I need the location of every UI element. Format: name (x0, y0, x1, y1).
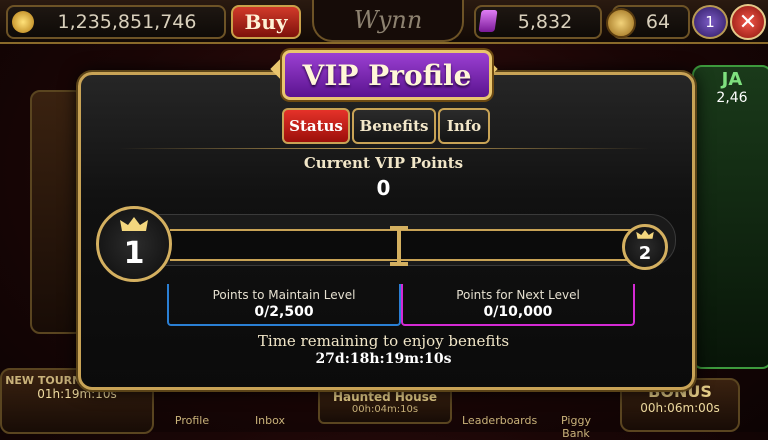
coin-balance: 1,235,851,746 (6, 5, 226, 39)
gem-icon (478, 10, 498, 32)
wynn-logo: Wynn (312, 0, 464, 42)
nav-inbox[interactable]: Inbox (248, 414, 292, 427)
close-button[interactable]: ✕ (730, 4, 766, 40)
current-level-number: 1 (123, 235, 145, 271)
level-points-value: 64 (645, 11, 671, 33)
modal-title: VIP Profile (282, 50, 492, 100)
progress-midpoint-marker (390, 226, 408, 266)
event-title: Haunted House (333, 390, 437, 404)
maintain-label: Points to Maintain Level (212, 288, 356, 302)
title-divider (118, 148, 650, 149)
bonus-timer: 00h:06m:00s (640, 401, 720, 415)
next-level-number: 2 (638, 242, 652, 264)
nav-profile[interactable]: Profile (170, 414, 214, 427)
coin-amount: 1,235,851,746 (57, 11, 197, 33)
next-level-box: Points for Next Level 0/10,000 (401, 284, 635, 326)
next-level-badge: 2 (622, 224, 668, 270)
bg-right-jackpot-tile: JA 2,46 (692, 65, 768, 369)
tab-info[interactable]: Info (438, 108, 490, 144)
nav-piggy-bank[interactable]: Piggy Bank (546, 414, 606, 440)
tab-benefits[interactable]: Benefits (352, 108, 436, 144)
maintain-value: 0/2,500 (254, 304, 314, 320)
buy-button[interactable]: Buy (231, 5, 301, 39)
crown-icon-small (636, 230, 654, 239)
event-timer: 00h:04m:10s (351, 404, 419, 415)
coin-icon (12, 11, 34, 33)
current-points-label: Current VIP Points (303, 154, 464, 172)
gem-balance: 5,832 (474, 5, 602, 39)
next-level-label: Points for Next Level (456, 288, 580, 302)
gem-amount: 5,832 (517, 11, 573, 33)
jackpot-amount: 2,46 (716, 90, 748, 106)
current-level-badge: 1 (96, 206, 172, 282)
bg-left-game-tile (30, 90, 84, 334)
medal-icon (606, 8, 636, 38)
time-remaining-label: Time remaining to enjoy benefits (257, 332, 510, 350)
level-points: 64 (606, 5, 690, 39)
bg-event-panel[interactable]: Haunted House 00h:04m:10s (318, 386, 452, 424)
close-icon: ✕ (738, 9, 758, 35)
current-points-value: 0 (376, 176, 391, 200)
vip-level-badge[interactable]: 1 (692, 5, 728, 39)
tab-status[interactable]: Status (282, 108, 350, 144)
jackpot-right-label: JA (721, 69, 743, 90)
crown-icon (120, 217, 148, 231)
time-remaining-value: 27d:18h:19m:10s (315, 351, 452, 367)
maintain-level-box: Points to Maintain Level 0/2,500 (167, 284, 401, 326)
next-level-value: 0/10,000 (483, 304, 553, 320)
nav-leaderboards[interactable]: Leaderboards (462, 414, 537, 427)
vip-profile-banner: VIP Profile (270, 46, 498, 100)
